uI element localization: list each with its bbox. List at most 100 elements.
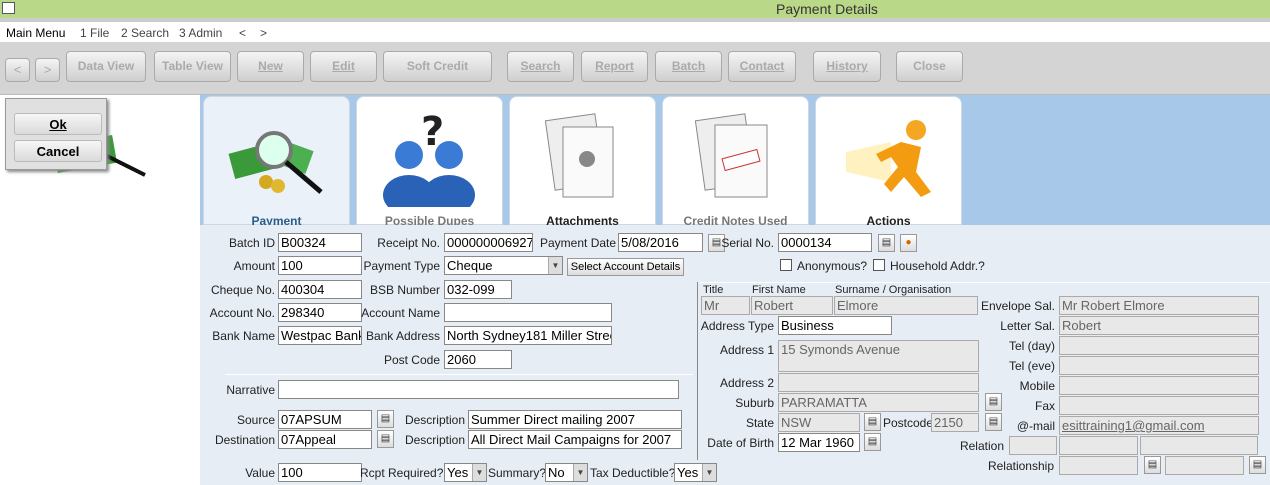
edit-button[interactable]: Edit <box>310 51 377 82</box>
relationship-lookup-icon-2[interactable]: ▤ <box>1249 456 1266 474</box>
value-field[interactable]: 100 <box>278 463 362 482</box>
toolbar: < > Data View Table View New Edit Soft C… <box>0 42 1270 95</box>
value-label: Value <box>245 466 275 480</box>
batch-id-label: Batch ID <box>228 236 275 250</box>
source-field[interactable]: 07APSUM <box>278 410 372 429</box>
relation-field-2[interactable] <box>1059 436 1138 455</box>
anonymous-checkbox[interactable] <box>780 259 792 271</box>
menu-forward[interactable]: > <box>260 26 267 40</box>
tel-eve-field[interactable] <box>1059 356 1259 375</box>
postcode-field[interactable]: 2150 <box>931 413 979 432</box>
batch-id-field[interactable]: B00324 <box>278 233 362 252</box>
state-field[interactable]: NSW <box>778 413 860 432</box>
relationship-field-1[interactable] <box>1059 456 1138 475</box>
receipt-no-field[interactable]: 000000006927 <box>444 233 533 252</box>
destination-field[interactable]: 07Appeal <box>278 430 372 449</box>
menu-main[interactable]: Main Menu <box>6 26 65 40</box>
tab-possible-dupes[interactable]: ? Possible Dupes <box>356 96 503 228</box>
summary-select[interactable]: No ▼ <box>545 463 588 482</box>
history-button[interactable]: History <box>813 51 881 82</box>
letter-sal-field[interactable]: Robert <box>1059 316 1259 335</box>
bsb-label: BSB Number <box>370 283 441 297</box>
email-field[interactable]: esittraining1@gmail.com <box>1059 416 1259 435</box>
tel-day-field[interactable] <box>1059 336 1259 355</box>
fax-field[interactable] <box>1059 396 1259 415</box>
first-name-label: First Name <box>752 284 806 296</box>
select-account-details-button[interactable]: Select Account Details <box>567 258 684 276</box>
menu-admin[interactable]: 3 Admin <box>179 26 222 40</box>
svg-text:?: ? <box>421 109 444 155</box>
cheque-no-field[interactable]: 400304 <box>278 280 362 299</box>
data-view-button[interactable]: Data View <box>66 51 146 82</box>
prev-button[interactable]: < <box>5 58 30 82</box>
dob-calendar-icon[interactable]: ▤ <box>864 433 881 451</box>
rcpt-required-label: Rcpt Required? <box>360 466 444 480</box>
amount-field[interactable]: 100 <box>278 256 362 275</box>
tax-value: Yes <box>677 465 699 480</box>
app-icon[interactable] <box>2 2 15 14</box>
menu-search[interactable]: 2 Search <box>121 26 169 40</box>
address-type-field[interactable]: Business <box>778 316 892 335</box>
cheque-no-label: Cheque No. <box>210 283 275 297</box>
tab-credit-notes-used[interactable]: Credit Notes Used <box>662 96 809 228</box>
dob-field[interactable]: 12 Mar 1960 <box>778 433 860 452</box>
search-button[interactable]: Search <box>507 51 574 82</box>
contact-icon[interactable]: ● <box>900 234 917 252</box>
post-code-field[interactable]: 2060 <box>444 350 512 369</box>
report-button[interactable]: Report <box>581 51 648 82</box>
contact-divider <box>700 282 1270 283</box>
table-view-button[interactable]: Table View <box>154 51 231 82</box>
address2-field[interactable] <box>778 373 979 392</box>
envelope-sal-field[interactable]: Mr Robert Elmore <box>1059 296 1259 315</box>
payment-date-field[interactable]: 5/08/2016 <box>618 233 703 252</box>
address1-field[interactable]: 15 Symonds Avenue <box>778 340 979 372</box>
tab-attachments[interactable]: Attachments <box>509 96 656 228</box>
summary-value: No <box>548 465 565 480</box>
mobile-field[interactable] <box>1059 376 1259 395</box>
menu-back[interactable]: < <box>239 26 246 40</box>
payment-type-select[interactable]: Cheque ▼ <box>444 256 563 275</box>
chevron-down-icon: ▼ <box>573 464 587 481</box>
serial-no-field[interactable]: 0000134 <box>778 233 872 252</box>
next-button[interactable]: > <box>35 58 60 82</box>
money-magnifier-icon <box>228 131 323 194</box>
source-description-field[interactable]: Summer Direct mailing 2007 <box>468 410 682 429</box>
bank-name-field[interactable]: Westpac Bank <box>278 326 362 345</box>
fax-label: Fax <box>1034 399 1055 413</box>
bsb-field[interactable]: 032-099 <box>444 280 512 299</box>
post-code-label: Post Code <box>383 353 440 367</box>
destination-lookup-icon[interactable]: ▤ <box>377 430 394 448</box>
tax-deductible-select[interactable]: Yes ▼ <box>674 463 717 482</box>
cancel-button[interactable]: Cancel <box>14 140 102 162</box>
relationship-lookup-icon[interactable]: ▤ <box>1144 456 1161 474</box>
close-button[interactable]: Close <box>896 51 963 82</box>
relationship-field-2[interactable] <box>1165 456 1244 475</box>
account-no-field[interactable]: 298340 <box>278 303 362 322</box>
narrative-field[interactable] <box>278 380 679 399</box>
new-button[interactable]: New <box>237 51 304 82</box>
batch-button[interactable]: Batch <box>655 51 722 82</box>
bank-address-field[interactable]: North Sydney181 Miller Street <box>444 326 612 345</box>
tel-day-label: Tel (day) <box>1008 339 1055 353</box>
household-checkbox[interactable] <box>873 259 885 271</box>
tab-payment[interactable]: Payment <box>203 96 350 228</box>
destination-description-field[interactable]: All Direct Mail Campaigns for 2007 <box>468 430 682 449</box>
ok-button[interactable]: Ok <box>14 113 102 135</box>
state-lookup-icon[interactable]: ▤ <box>864 413 881 431</box>
lookup-icon[interactable]: ▤ <box>878 234 895 252</box>
source-lookup-icon[interactable]: ▤ <box>377 410 394 428</box>
suburb-field[interactable]: PARRAMATTA <box>778 393 979 412</box>
menu-file[interactable]: 1 File <box>80 26 109 40</box>
relation-field-1[interactable] <box>1009 436 1057 455</box>
tab-actions[interactable]: Actions <box>815 96 962 228</box>
rcpt-required-select[interactable]: Yes ▼ <box>444 463 487 482</box>
surname-field[interactable]: Elmore <box>834 296 978 315</box>
letter-sal-label: Letter Sal. <box>1000 319 1055 333</box>
contact-button[interactable]: Contact <box>728 51 796 82</box>
title-field[interactable]: Mr <box>701 296 750 315</box>
soft-credit-button[interactable]: Soft Credit <box>383 51 492 82</box>
title-bar: Payment Details <box>0 0 1270 18</box>
relation-field-3[interactable] <box>1140 436 1258 455</box>
account-name-field[interactable] <box>444 303 612 322</box>
first-name-field[interactable]: Robert <box>751 296 833 315</box>
